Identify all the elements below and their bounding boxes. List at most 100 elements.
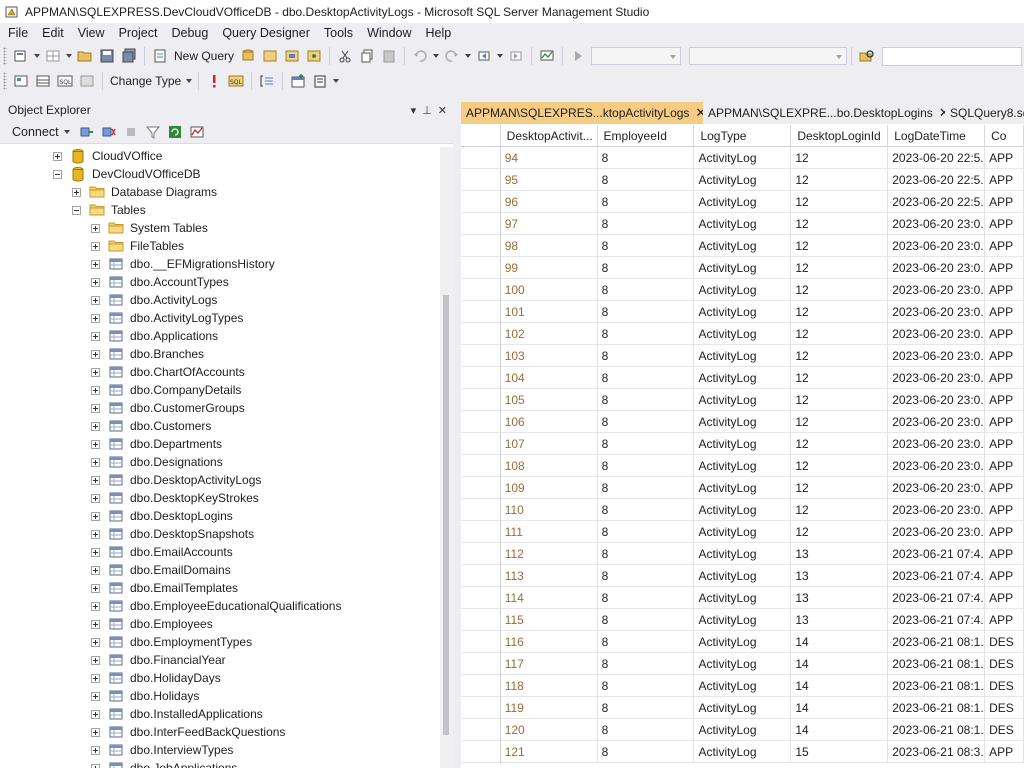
table-row[interactable]: 111 8 ActivityLog 12 2023-06-20 23:0... APP — [461, 521, 1024, 543]
cell-log-type[interactable]: ActivityLog — [694, 301, 792, 323]
tree-item[interactable]: CloudVOffice — [53, 147, 164, 165]
cell-log-type[interactable]: ActivityLog — [694, 213, 792, 235]
expand-icon[interactable] — [91, 403, 100, 413]
cell-co[interactable]: APP — [985, 279, 1024, 301]
cell-desktop-login-id[interactable]: 14 — [791, 697, 889, 719]
cell-desktop-login-id[interactable]: 12 — [791, 499, 889, 521]
tree-item[interactable]: dbo.DesktopKeyStrokes — [91, 489, 261, 507]
row-selector[interactable] — [461, 147, 501, 169]
row-selector[interactable] — [461, 169, 501, 191]
cell-log-datetime[interactable]: 2023-06-20 23:0... — [888, 345, 986, 367]
cell-log-type[interactable]: ActivityLog — [694, 565, 792, 587]
cell-employee-id[interactable]: 8 — [598, 499, 695, 521]
cell-desktop-activity-id[interactable]: 111 — [501, 521, 598, 543]
expand-icon[interactable] — [91, 421, 100, 431]
cell-log-datetime[interactable]: 2023-06-20 23:0... — [888, 455, 986, 477]
chevron-down-icon[interactable] — [465, 54, 472, 58]
tree-item[interactable]: dbo.EmploymentTypes — [91, 633, 254, 651]
cell-co[interactable]: APP — [985, 213, 1024, 235]
cell-co[interactable]: DES — [985, 719, 1024, 741]
cell-co[interactable]: APP — [985, 257, 1024, 279]
close-icon[interactable]: ✕ — [438, 104, 447, 117]
disconnect-icon[interactable] — [99, 122, 119, 142]
cell-desktop-activity-id[interactable]: 120 — [501, 719, 598, 741]
row-selector[interactable] — [461, 653, 501, 675]
cell-log-type[interactable]: ActivityLog — [694, 367, 792, 389]
tab-desktop-logins[interactable]: APPMAN\SQLEXPRE...bo.DesktopLogins ✕ — [703, 102, 950, 124]
row-selector[interactable] — [461, 719, 501, 741]
row-selector[interactable] — [461, 675, 501, 697]
toolbar-grip[interactable] — [3, 47, 7, 65]
navigate-forward-icon[interactable] — [506, 46, 526, 66]
cell-log-type[interactable]: ActivityLog — [694, 235, 792, 257]
cell-desktop-login-id[interactable]: 13 — [791, 543, 889, 565]
cell-co[interactable]: DES — [985, 653, 1024, 675]
cell-log-datetime[interactable]: 2023-06-20 22:5... — [888, 169, 986, 191]
row-selector[interactable] — [461, 323, 501, 345]
row-selector[interactable] — [461, 609, 501, 631]
cell-log-type[interactable]: ActivityLog — [694, 741, 792, 763]
cell-employee-id[interactable]: 8 — [598, 653, 695, 675]
cell-co[interactable]: APP — [985, 521, 1024, 543]
copy-icon[interactable] — [357, 46, 377, 66]
cell-log-type[interactable]: ActivityLog — [694, 323, 792, 345]
tree-item[interactable]: dbo.Departments — [91, 435, 224, 453]
expand-icon[interactable] — [91, 655, 100, 665]
cell-employee-id[interactable]: 8 — [598, 455, 695, 477]
cell-log-type[interactable]: ActivityLog — [694, 521, 792, 543]
cell-log-datetime[interactable]: 2023-06-20 23:0... — [888, 279, 986, 301]
row-selector[interactable] — [461, 477, 501, 499]
row-selector[interactable] — [461, 697, 501, 719]
expand-icon[interactable] — [91, 637, 100, 647]
stop-icon[interactable] — [121, 122, 141, 142]
cell-co[interactable]: APP — [985, 169, 1024, 191]
cell-desktop-login-id[interactable]: 12 — [791, 345, 889, 367]
expand-icon[interactable] — [91, 385, 100, 395]
cell-co[interactable]: APP — [985, 543, 1024, 565]
cell-log-datetime[interactable]: 2023-06-21 08:1... — [888, 697, 986, 719]
cell-employee-id[interactable]: 8 — [598, 279, 695, 301]
cell-co[interactable]: APP — [985, 741, 1024, 763]
cell-desktop-activity-id[interactable]: 98 — [501, 235, 598, 257]
available-databases-combo[interactable] — [591, 47, 682, 65]
row-selector[interactable] — [461, 257, 501, 279]
cell-desktop-login-id[interactable]: 14 — [791, 653, 889, 675]
expand-icon[interactable] — [91, 547, 100, 557]
expand-icon[interactable] — [91, 367, 100, 377]
activity-monitor-icon[interactable] — [187, 122, 207, 142]
table-row[interactable]: 114 8 ActivityLog 13 2023-06-21 07:4... APP — [461, 587, 1024, 609]
xmla-query-icon[interactable] — [304, 46, 324, 66]
cell-log-datetime[interactable]: 2023-06-20 23:0... — [888, 323, 986, 345]
cell-desktop-activity-id[interactable]: 104 — [501, 367, 598, 389]
column-header-employee-id[interactable]: EmployeeId — [598, 125, 695, 147]
table-row[interactable]: 121 8 ActivityLog 15 2023-06-21 08:3... APP — [461, 741, 1024, 763]
show-criteria-pane-icon[interactable] — [33, 71, 53, 91]
cell-co[interactable]: APP — [985, 235, 1024, 257]
tree-item[interactable]: dbo.Applications — [91, 327, 220, 345]
menu-help[interactable]: Help — [418, 26, 458, 40]
cell-log-datetime[interactable]: 2023-06-20 23:0... — [888, 257, 986, 279]
cell-employee-id[interactable]: 8 — [598, 301, 695, 323]
ssms-app-icon[interactable] — [5, 5, 19, 19]
table-row[interactable]: 108 8 ActivityLog 12 2023-06-20 23:0... APP — [461, 455, 1024, 477]
tree-item[interactable]: dbo.ActivityLogTypes — [91, 309, 245, 327]
row-selector[interactable] — [461, 543, 501, 565]
row-selector[interactable] — [461, 367, 501, 389]
scrollbar-thumb[interactable] — [443, 295, 449, 735]
cell-desktop-login-id[interactable]: 12 — [791, 147, 889, 169]
tree-item[interactable]: dbo.InterFeedBackQuestions — [91, 723, 287, 741]
table-row[interactable]: 100 8 ActivityLog 12 2023-06-20 23:0... APP — [461, 279, 1024, 301]
menu-tools[interactable]: Tools — [316, 26, 359, 40]
cell-desktop-activity-id[interactable]: 121 — [501, 741, 598, 763]
paste-icon[interactable] — [379, 46, 399, 66]
table-row[interactable]: 112 8 ActivityLog 13 2023-06-21 07:4... APP — [461, 543, 1024, 565]
cell-log-datetime[interactable]: 2023-06-21 07:4... — [888, 587, 986, 609]
menu-view[interactable]: View — [70, 26, 111, 40]
cell-employee-id[interactable]: 8 — [598, 411, 695, 433]
connect-button[interactable]: Connect — [0, 125, 76, 139]
cell-employee-id[interactable]: 8 — [598, 609, 695, 631]
tab-sql-query[interactable]: SQLQuery8.sql — [945, 102, 1024, 124]
expand-icon[interactable] — [91, 313, 100, 323]
cell-log-datetime[interactable]: 2023-06-20 23:0... — [888, 235, 986, 257]
expand-icon[interactable] — [91, 601, 100, 611]
